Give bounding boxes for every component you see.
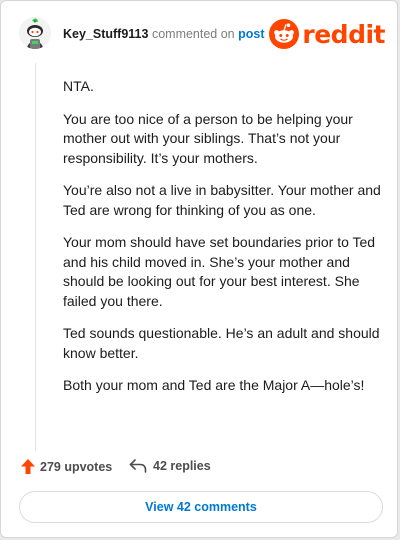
view-comments-button[interactable]: View 42 comments [19, 491, 383, 523]
post-link[interactable]: post [238, 27, 264, 41]
upvote-button[interactable]: 279 upvotes [21, 459, 112, 474]
thread-line[interactable] [35, 63, 36, 451]
reply-count: 42 replies [153, 459, 211, 473]
upvote-arrow-icon [21, 459, 35, 474]
username-link[interactable]: Key_Stuff9113 [63, 27, 148, 41]
comment-header: Key_Stuff9113 commented on post reddit [19, 17, 385, 53]
upvote-count: 279 upvotes [40, 459, 113, 474]
comment-body: NTA. You are too nice of a person to be … [63, 77, 381, 409]
comment-paragraph: Both your mom and Ted are the Major A—ho… [63, 377, 365, 393]
replies-button[interactable]: 42 replies [129, 459, 211, 473]
reply-arrow-icon [129, 459, 147, 473]
comment-meta: Key_Stuff9113 commented on post [63, 27, 265, 41]
comment-paragraph: NTA. [63, 78, 94, 94]
avatar[interactable] [19, 17, 51, 49]
reddit-wordmark: reddit [302, 19, 385, 49]
comment-paragraph: You are too nice of a person to be helpi… [63, 110, 353, 166]
reddit-logo[interactable]: reddit [269, 19, 385, 49]
comment-paragraph: Your mom should have set boundaries prio… [63, 234, 376, 309]
comment-card: Key_Stuff9113 commented on post reddit N… [0, 0, 398, 538]
comment-paragraph: Ted sounds questionable. He’s an adult a… [63, 325, 380, 361]
reddit-logo-icon [269, 19, 300, 49]
comment-paragraph: You’re also not a live in babysitter. Yo… [63, 182, 381, 218]
commented-on-text: commented on [151, 27, 235, 41]
